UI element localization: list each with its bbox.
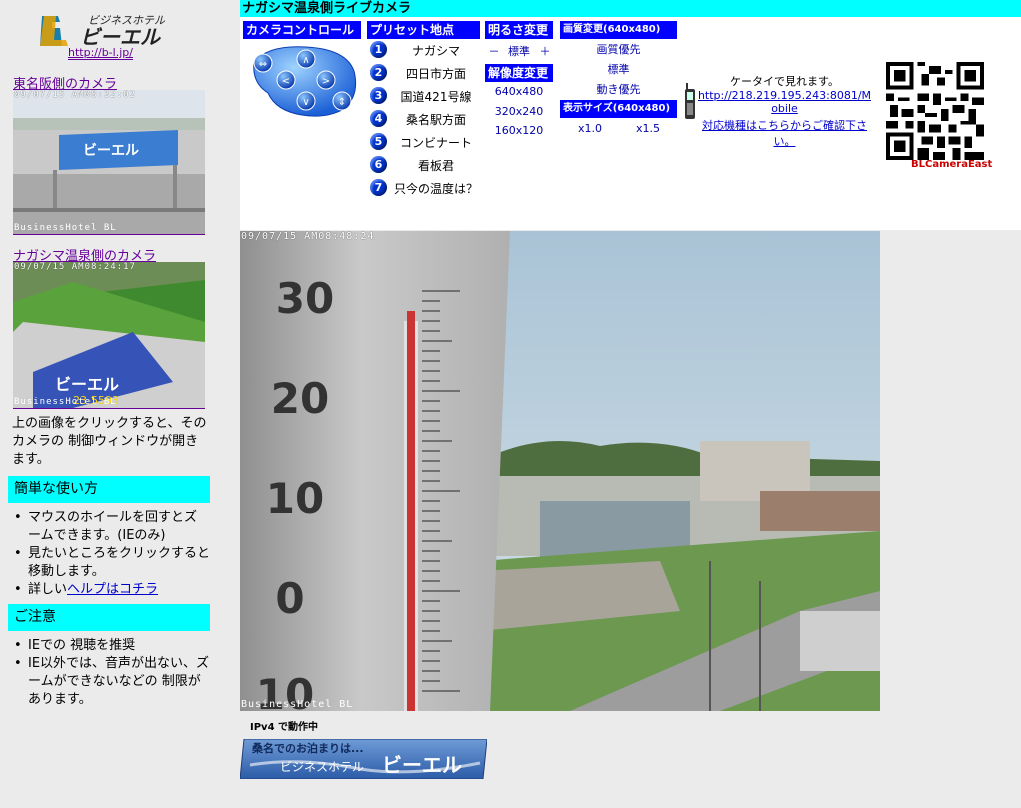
hotel-banner[interactable]: 桑名でのお泊まりは... ビジネスホテル ビーエル bbox=[240, 739, 487, 779]
usage-item: マウスのホイールを回すとズームできます。(IEのみ) bbox=[10, 509, 210, 545]
usage-item: 見たいところをクリックすると移動します。 bbox=[10, 545, 210, 581]
preset-3[interactable]: 3 国道421号線 bbox=[370, 87, 480, 107]
cam2-image: ビーエル 23-5593 bbox=[13, 262, 205, 408]
svg-text:⇔: ⇔ bbox=[259, 59, 267, 70]
help-link[interactable]: ヘルプはコチラ bbox=[67, 582, 158, 597]
preset-6[interactable]: 6 看板君 bbox=[370, 156, 480, 176]
qr-label: BLCameraEast bbox=[911, 159, 993, 170]
sidebar: ビジネスホテル ビーエル http://b-l.jp/ 東名阪側のカメラ ビーエ… bbox=[0, 0, 240, 808]
svg-text:>: > bbox=[322, 76, 330, 87]
brightness-minus-button[interactable]: － bbox=[487, 43, 501, 59]
cam2-footer: BusinessHotel BL bbox=[14, 397, 117, 407]
display-size-x15-option[interactable]: x1.5 bbox=[628, 122, 668, 135]
quality-standard-option[interactable]: 標準 bbox=[560, 61, 677, 77]
resolution-320-option[interactable]: 320x240 bbox=[485, 105, 553, 118]
preset-4[interactable]: 4 桑名駅方面 bbox=[370, 110, 480, 130]
usage-list: マウスのホイールを回すとズームできます。(IEのみ) 見たいところをクリックする… bbox=[10, 509, 210, 599]
display-size-heading: 表示サイズ(640x480) bbox=[560, 100, 677, 118]
resolution-heading: 解像度変更 bbox=[485, 64, 553, 82]
preset-number-icon: 5 bbox=[370, 133, 387, 150]
quality-motion-option[interactable]: 動き優先 bbox=[560, 81, 677, 97]
banner-brand: ビーエル bbox=[382, 753, 462, 777]
banner-line1: 桑名でのお泊まりは... bbox=[251, 741, 364, 755]
pan-left-button[interactable]: < bbox=[276, 70, 296, 90]
notice-item: IEでの 視聴を推奨 bbox=[10, 637, 210, 655]
display-size-x1-option[interactable]: x1.0 bbox=[570, 122, 610, 135]
main-camera-footer: BusinessHotel BL bbox=[241, 699, 354, 710]
connection-status: IPv4 で動作中 bbox=[250, 722, 319, 733]
zoom-in-button[interactable]: ⇔ bbox=[253, 53, 273, 73]
svg-text:ビーエル: ビーエル bbox=[83, 143, 139, 159]
quality-heading: 画質変更(640x480) bbox=[560, 21, 677, 39]
camera-control-heading: カメラコントロール bbox=[243, 21, 361, 39]
main-panel: ナガシマ温泉側ライブカメラ カメラコントロール ⇔ ∧ < > ∨ ⇕ プリセッ… bbox=[240, 0, 1021, 808]
svg-text:⇕: ⇕ bbox=[338, 97, 346, 108]
cam1-timestamp: 09/07/15 AM08:32:02 bbox=[14, 90, 136, 100]
usage-item-help: 詳しいヘルプはコチラ bbox=[10, 581, 210, 599]
preset-label: コンビナート bbox=[399, 136, 472, 150]
resolution-160-option[interactable]: 160x120 bbox=[485, 124, 553, 137]
preset-number-icon: 4 bbox=[370, 110, 387, 127]
preset-label: 只今の温度は？ bbox=[393, 182, 478, 196]
svg-text:<: < bbox=[282, 76, 290, 87]
resolution-640-option[interactable]: 640x480 bbox=[485, 85, 553, 98]
click-note: 上の画像をクリックすると、そのカメラの 制御ウィンドウが開きます。 bbox=[12, 416, 207, 467]
notice-list: IEでの 視聴を推奨 IE以外では、音声が出ない、ズームができないなどの 制限が… bbox=[10, 637, 210, 709]
usage-heading: 簡単な使い方 bbox=[8, 476, 210, 503]
cam2-thumbnail[interactable]: ビーエル 23-5593 09/07/15 AM08:24:17 Busines… bbox=[13, 262, 205, 409]
preset-label: 国道421号線 bbox=[400, 90, 472, 104]
preset-number-icon: 1 bbox=[370, 41, 387, 58]
notice-heading: ご注意 bbox=[8, 604, 210, 631]
camera-control-pad: ⇔ ∧ < > ∨ ⇕ bbox=[253, 46, 357, 117]
mobile-url-link[interactable]: http://218.219.195.243:8081/Mobile bbox=[697, 89, 872, 115]
preset-label: 看板君 bbox=[417, 159, 454, 173]
cam2-timestamp: 09/07/15 AM08:24:17 bbox=[14, 262, 136, 272]
svg-text:∨: ∨ bbox=[302, 97, 309, 108]
preset-number-icon: 3 bbox=[370, 87, 387, 104]
thermometer-mercury bbox=[407, 311, 415, 711]
brightness-plus-button[interactable]: ＋ bbox=[538, 43, 552, 59]
preset-5[interactable]: 5 コンビナート bbox=[370, 133, 480, 153]
brightness-heading: 明るさ変更 bbox=[485, 21, 553, 39]
scale-label: 10 bbox=[266, 474, 324, 523]
preset-label: ナガシマ bbox=[411, 44, 460, 58]
brightness-standard-button[interactable]: 標準 bbox=[506, 43, 532, 59]
banner-line2: ビジネスホテル bbox=[280, 760, 364, 774]
scale-label: 30 bbox=[276, 274, 334, 323]
svg-text:∧: ∧ bbox=[302, 55, 309, 66]
preset-1[interactable]: 1 ナガシマ bbox=[370, 41, 480, 61]
help-prefix: 詳しい bbox=[28, 582, 68, 597]
pan-right-button[interactable]: > bbox=[316, 70, 336, 90]
scale-label: 0 bbox=[275, 574, 304, 623]
main-camera-timestamp: 09/07/15 AM08:48:24 bbox=[241, 231, 375, 242]
preset-7[interactable]: 7 只今の温度は？ bbox=[370, 179, 480, 199]
presets-heading: プリセット地点 bbox=[367, 21, 480, 39]
pan-up-button[interactable]: ∧ bbox=[296, 49, 316, 69]
preset-number-icon: 6 bbox=[370, 156, 387, 173]
camera-image: 30 20 10 0 10 bbox=[240, 231, 880, 711]
hotel-url-link[interactable]: http://b-l.jp/ bbox=[68, 46, 133, 60]
preset-2[interactable]: 2 四日市方面 bbox=[370, 64, 480, 84]
svg-text:ビーエル: ビーエル bbox=[55, 375, 119, 394]
cam1-footer: BusinessHotel BL bbox=[14, 223, 117, 233]
page-title: ナガシマ温泉側ライブカメラ bbox=[240, 0, 1021, 17]
pan-down-button[interactable]: ∨ bbox=[296, 91, 316, 111]
main-camera-view[interactable]: 30 20 10 0 10 09/07/15 AM08:48:24 Busine… bbox=[240, 231, 880, 711]
preset-number-icon: 2 bbox=[370, 64, 387, 81]
scale-label: 20 bbox=[271, 374, 329, 423]
preset-number-icon: 7 bbox=[370, 179, 387, 196]
cam1-image: ビーエル bbox=[13, 90, 205, 234]
mobile-note: ケータイで見れます。 bbox=[730, 75, 839, 88]
mobile-check-link[interactable]: 対応機種はこちらからご確認下さい。 bbox=[697, 117, 872, 149]
qr-code bbox=[886, 62, 984, 160]
preset-label: 桑名駅方面 bbox=[405, 113, 466, 127]
zoom-out-button[interactable]: ⇕ bbox=[332, 91, 352, 111]
quality-priority-option[interactable]: 画質優先 bbox=[560, 41, 677, 57]
preset-label: 四日市方面 bbox=[405, 67, 466, 81]
mobile-phone-icon bbox=[685, 83, 695, 119]
notice-item: IE以外では、音声が出ない、ズームができないなどの 制限があります。 bbox=[10, 655, 210, 709]
cam1-thumbnail[interactable]: ビーエル 09/07/15 AM08:32:02 BusinessHotel B… bbox=[13, 90, 205, 235]
